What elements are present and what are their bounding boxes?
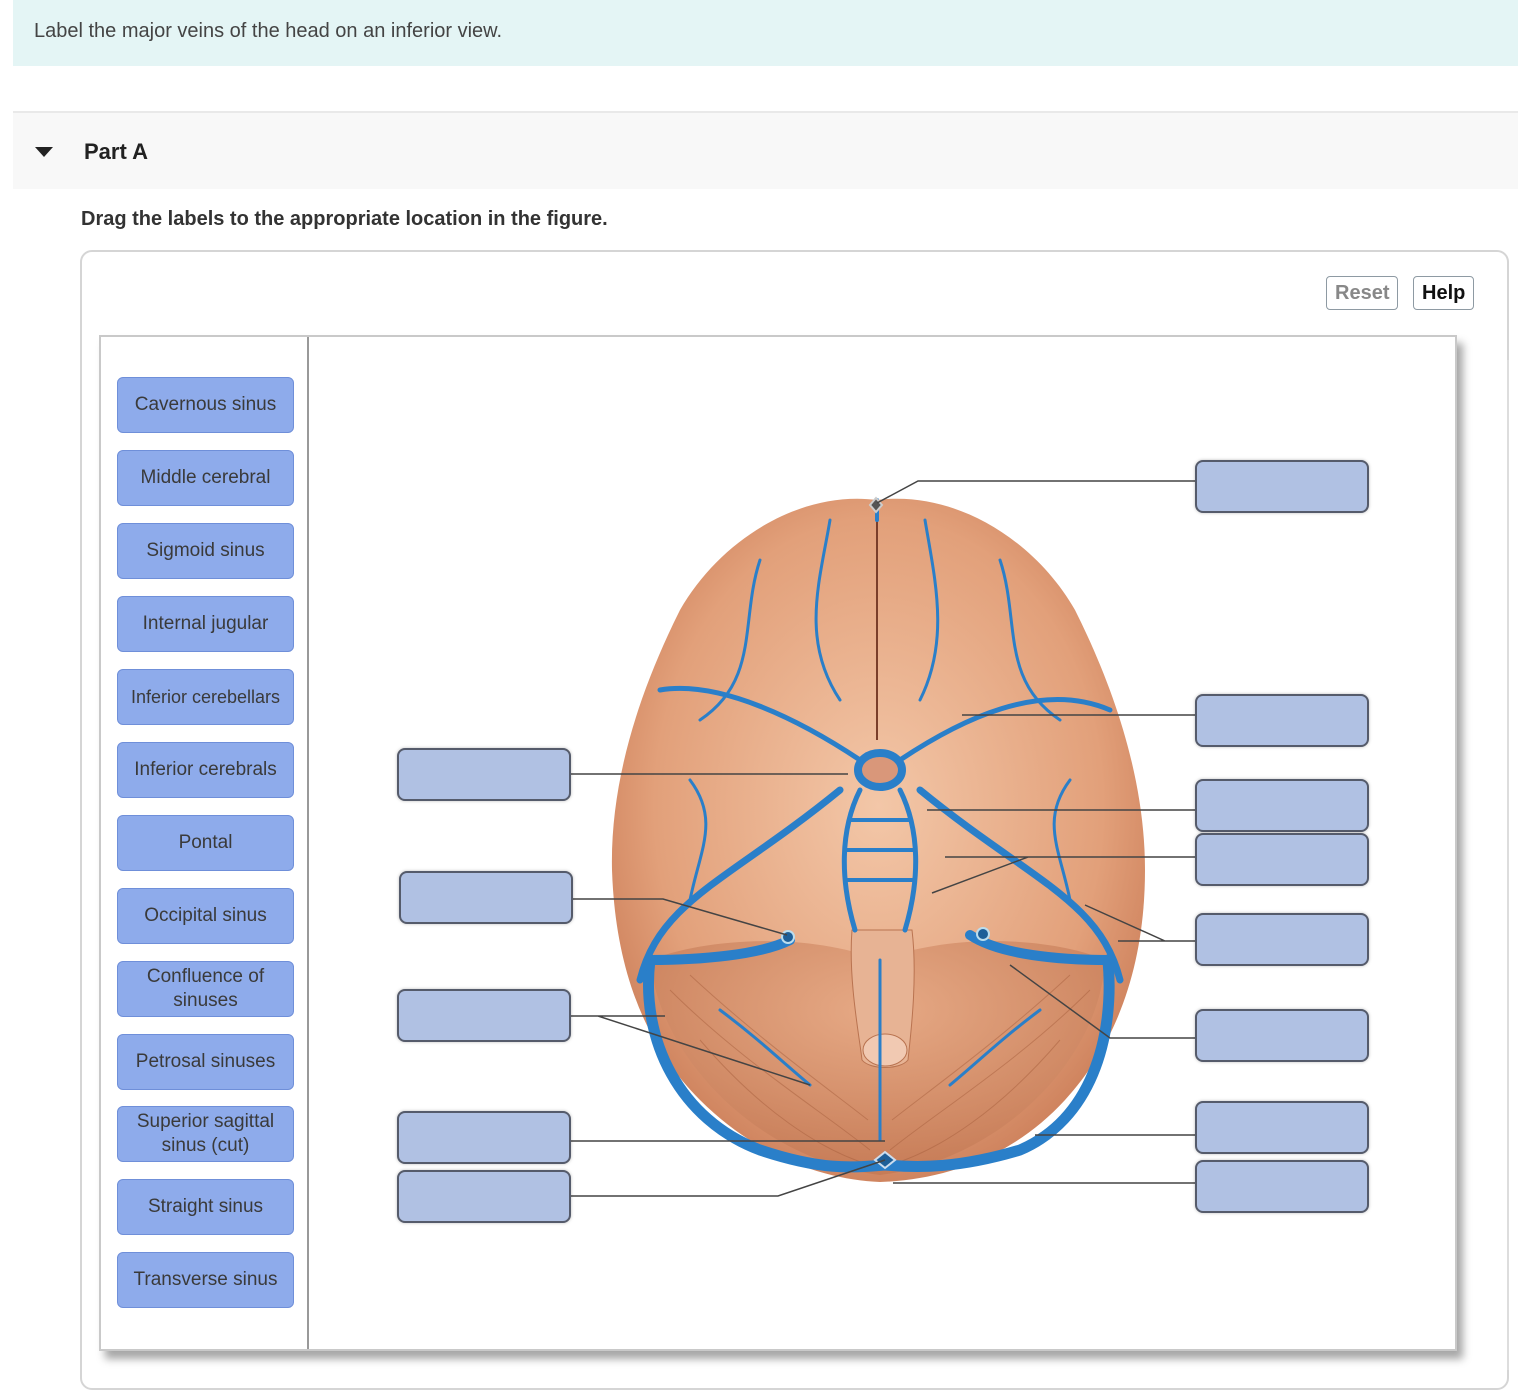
- drop-target[interactable]: [397, 748, 571, 801]
- internal-jugular-right: [976, 927, 990, 941]
- drop-target[interactable]: [1195, 1009, 1369, 1062]
- drop-target[interactable]: [1195, 913, 1369, 966]
- drop-target[interactable]: [1195, 1101, 1369, 1154]
- pituitary: [854, 749, 906, 791]
- medulla-cut: [862, 1033, 908, 1067]
- drop-target[interactable]: [1195, 779, 1369, 832]
- drop-target[interactable]: [397, 989, 571, 1042]
- internal-jugular-left: [781, 930, 795, 944]
- drop-target[interactable]: [1195, 694, 1369, 747]
- drop-target[interactable]: [397, 1111, 571, 1164]
- drop-target[interactable]: [1195, 833, 1369, 886]
- drop-target[interactable]: [1195, 460, 1369, 513]
- drop-target[interactable]: [397, 1170, 571, 1223]
- drop-target[interactable]: [399, 871, 573, 924]
- drop-target[interactable]: [1195, 1160, 1369, 1213]
